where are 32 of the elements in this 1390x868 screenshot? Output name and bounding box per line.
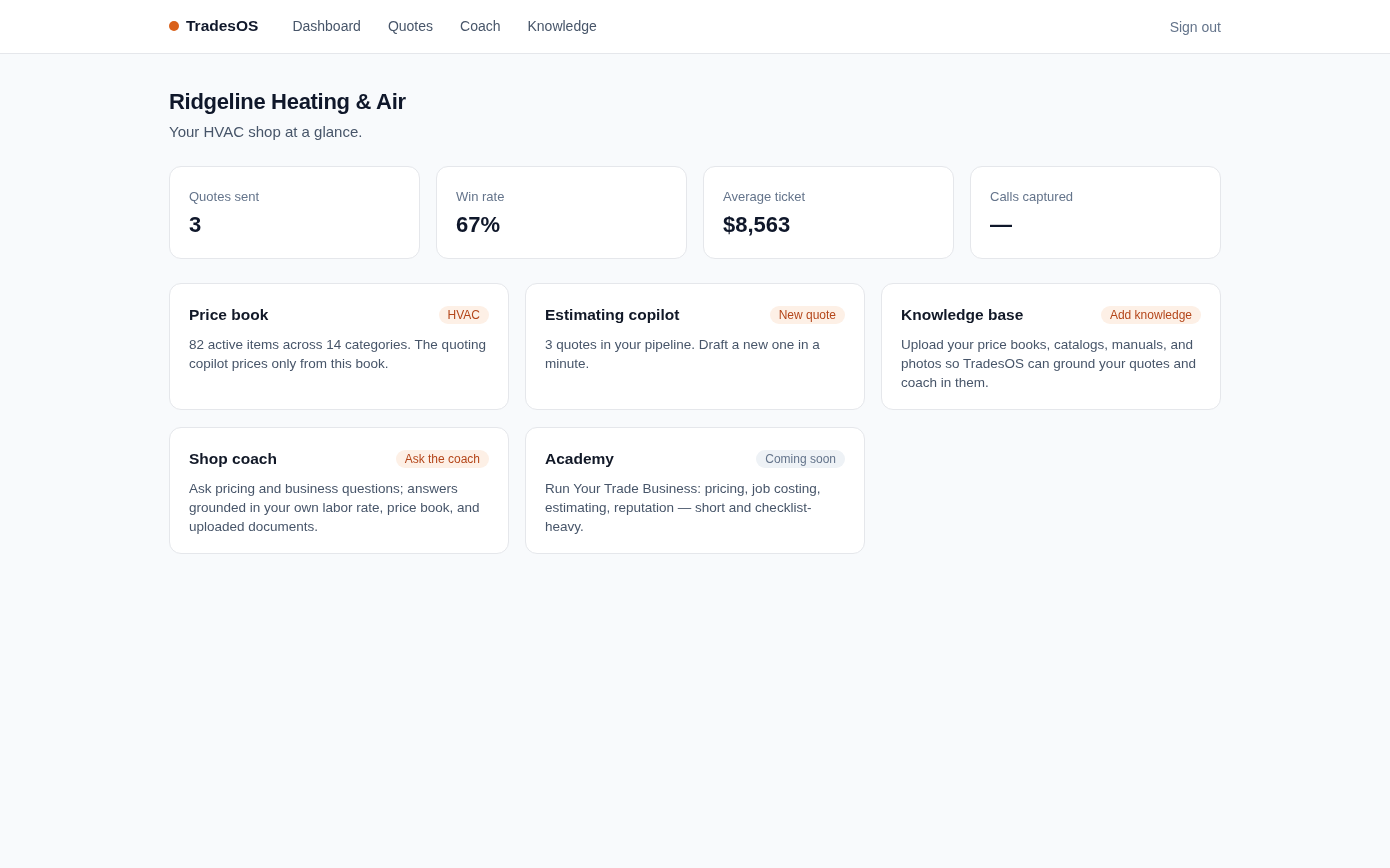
brand-link[interactable]: TradesOS xyxy=(169,17,259,35)
page-subtitle: Your HVAC shop at a glance. xyxy=(169,122,364,142)
nav-link[interactable]: Knowledge xyxy=(527,18,597,34)
card-description: Run Your Trade Business: pricing, job costing, estimating, reputation — short and checklist-heavy. xyxy=(545,480,822,536)
card-action-pill[interactable]: Coming soon xyxy=(756,450,845,468)
nav-link[interactable]: Dashboard xyxy=(292,18,361,34)
card-description: Ask pricing and business questions; answers grounded in your own labor rate, price book, and uploaded documents. xyxy=(189,480,481,536)
card-title: Academy xyxy=(545,449,614,469)
brand-dot-icon xyxy=(169,21,179,31)
nav-link[interactable]: Quotes xyxy=(387,18,433,34)
stat-label: Win rate xyxy=(456,188,506,205)
stat-value: 67% xyxy=(456,211,502,239)
stat-value: 3 xyxy=(189,211,203,239)
card-action-pill[interactable]: Ask the coach xyxy=(395,450,489,468)
stat-label: Average ticket xyxy=(723,188,807,205)
card-action-pill[interactable]: New quote xyxy=(769,306,845,324)
nav-link[interactable]: Coach xyxy=(460,18,501,34)
stat-value: $8,563 xyxy=(723,211,792,239)
card-title: Estimating copilot xyxy=(545,305,680,325)
stat-label: Quotes sent xyxy=(189,188,261,205)
card-title: Shop coach xyxy=(189,449,277,469)
card-action-pill[interactable]: Add knowledge xyxy=(1100,306,1201,324)
card-title: Knowledge base xyxy=(901,305,1024,325)
card-action-pill[interactable]: HVAC xyxy=(438,306,489,324)
card-description: Upload your price books, catalogs, manuals, and photos so TradesOS can ground your quotes and coach in them. xyxy=(901,336,1197,392)
card-title: Price book xyxy=(189,305,269,325)
sign-out-link[interactable]: Sign out xyxy=(1169,18,1221,35)
card-description: 3 quotes in your pipeline. Draft a new one in a minute. xyxy=(545,336,821,373)
card-description: 82 active items across 14 categories. The quoting copilot prices only from this book. xyxy=(189,336,487,373)
stat-label: Calls captured xyxy=(990,188,1075,205)
stat-value: — xyxy=(990,211,1013,239)
page-title: Ridgeline Heating & Air xyxy=(169,88,407,116)
